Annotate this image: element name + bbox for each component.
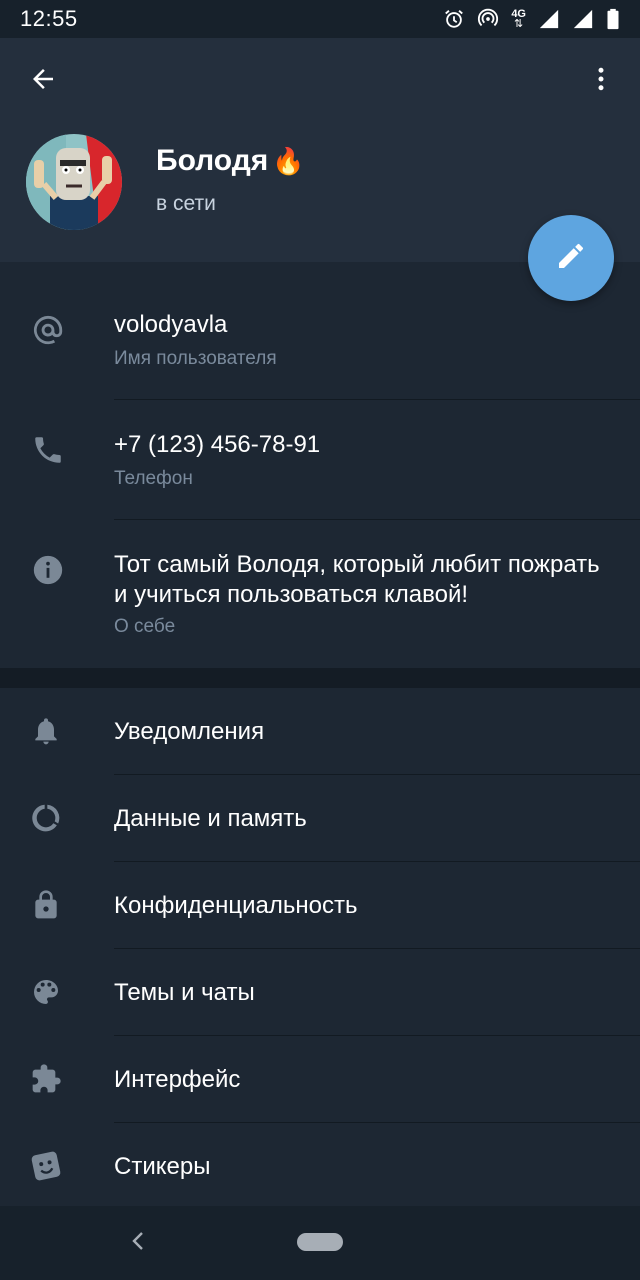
- hotspot-icon: [477, 8, 499, 30]
- chevron-left-icon: [130, 1230, 146, 1257]
- settings-label: Конфиденциальность: [114, 892, 358, 919]
- puzzle-icon: [26, 1059, 66, 1099]
- pencil-icon: [555, 240, 587, 277]
- status-time: 12:55: [20, 6, 78, 31]
- phone-icon: [28, 430, 68, 470]
- arrow-left-icon: [28, 64, 58, 99]
- bio-line-1: Тот самый Володя, который любит пожрать: [114, 551, 600, 578]
- profile-info-section: volodyavla Имя пользователя +7 (123) 456…: [0, 262, 640, 668]
- bio-row[interactable]: Тот самый Володя, который любит пожрать …: [0, 520, 640, 668]
- avatar[interactable]: [26, 134, 122, 230]
- settings-item-interface[interactable]: Интерфейс: [0, 1036, 640, 1123]
- palette-icon: [26, 972, 66, 1012]
- lock-icon: [26, 885, 66, 925]
- signal-icon: [572, 8, 594, 30]
- status-icons: 4G ⇅: [443, 8, 620, 30]
- settings-item-stickers[interactable]: Стикеры: [0, 1123, 640, 1210]
- data-circle-icon: [26, 798, 66, 838]
- system-nav-bar: [0, 1206, 640, 1280]
- nav-back-button[interactable]: [124, 1228, 152, 1258]
- signal-icon: [538, 8, 560, 30]
- alarm-icon: [443, 8, 465, 30]
- more-options-button[interactable]: [580, 60, 622, 102]
- bio-line-2: и учиться пользоваться клавой!: [114, 581, 469, 608]
- nav-home-pill[interactable]: [297, 1233, 343, 1251]
- sticker-icon: [26, 1146, 66, 1186]
- settings-item-privacy[interactable]: Конфиденциальность: [0, 862, 640, 949]
- info-icon: [28, 550, 68, 590]
- section-separator: [0, 668, 640, 688]
- edit-profile-button[interactable]: [528, 215, 614, 301]
- settings-item-themes[interactable]: Темы и чаты: [0, 949, 640, 1036]
- profile-name-text: Болодя: [156, 144, 269, 177]
- bio-label: О себе: [114, 616, 176, 637]
- username-label: Имя пользователя: [114, 348, 277, 369]
- settings-list: Уведомления Данные и память Конфиденциал…: [0, 688, 640, 1206]
- settings-label: Стикеры: [114, 1153, 211, 1180]
- profile-name: Болодя 🔥: [156, 144, 305, 178]
- bell-icon: [26, 711, 66, 751]
- username-value: volodyavla: [114, 311, 228, 338]
- settings-item-notifications[interactable]: Уведомления: [0, 688, 640, 775]
- fire-emoji-icon: 🔥: [272, 145, 305, 176]
- online-status: в сети: [156, 192, 216, 215]
- settings-label: Темы и чаты: [114, 979, 255, 1006]
- more-vert-icon: [586, 64, 616, 99]
- settings-label: Интерфейс: [114, 1066, 241, 1093]
- settings-label: Уведомления: [114, 718, 265, 745]
- back-button[interactable]: [22, 60, 64, 102]
- phone-value: +7 (123) 456-78-91: [114, 431, 321, 458]
- at-icon: [28, 310, 68, 350]
- network-4g-icon: 4G ⇅: [511, 8, 526, 30]
- settings-item-data-storage[interactable]: Данные и память: [0, 775, 640, 862]
- settings-label: Данные и память: [114, 805, 307, 832]
- phone-row[interactable]: +7 (123) 456-78-91 Телефон: [0, 400, 640, 520]
- status-bar: 12:55 4G ⇅: [0, 0, 640, 38]
- phone-label: Телефон: [114, 468, 193, 489]
- battery-icon: [606, 8, 620, 30]
